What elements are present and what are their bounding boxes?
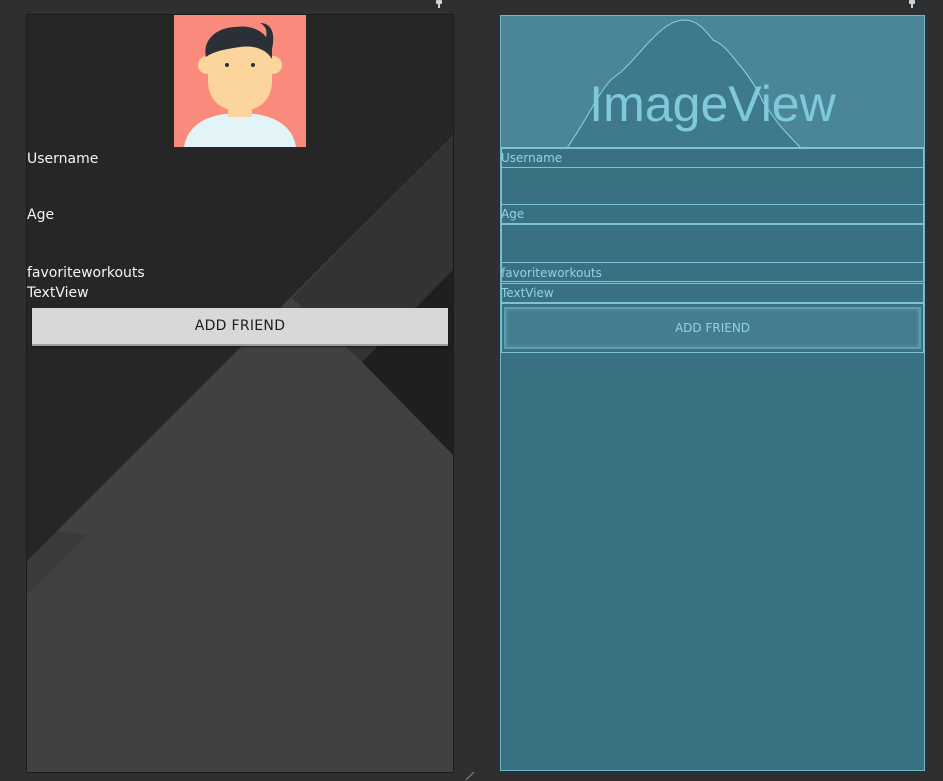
design-preview[interactable]: Username Age favoriteworkouts TextView A…: [26, 14, 454, 773]
blueprint-preview[interactable]: ImageView Username Age favoriteworkouts …: [500, 15, 925, 771]
age-label: Age: [27, 207, 55, 223]
resize-handle-icon[interactable]: [466, 772, 474, 780]
username-label: Username: [27, 151, 99, 167]
imageview-label: ImageView: [589, 76, 836, 132]
favorite-workouts-label: favoriteworkouts: [27, 265, 145, 281]
bp-username-box[interactable]: [501, 148, 924, 168]
bp-add-friend-button[interactable]: ADD FRIEND: [504, 307, 921, 349]
bp-age-field[interactable]: [501, 224, 924, 263]
person-avatar-icon: [184, 23, 296, 147]
bp-username-field[interactable]: [501, 167, 924, 205]
bp-textview-box[interactable]: [501, 283, 924, 303]
bp-textview-label: TextView: [501, 286, 554, 300]
textview-label: TextView: [27, 285, 89, 301]
bp-age-label: Age: [501, 207, 525, 221]
pin-icon: [908, 0, 916, 8]
imageview-placeholder[interactable]: ImageView: [501, 16, 924, 148]
add-friend-button[interactable]: ADD FRIEND: [32, 308, 448, 346]
bp-username-label: Username: [501, 151, 563, 165]
bp-favorite-workouts-label: favoriteworkouts: [501, 266, 602, 280]
pin-icon: [435, 0, 443, 8]
avatar-image: [174, 15, 306, 147]
bp-age-box[interactable]: [501, 204, 924, 224]
